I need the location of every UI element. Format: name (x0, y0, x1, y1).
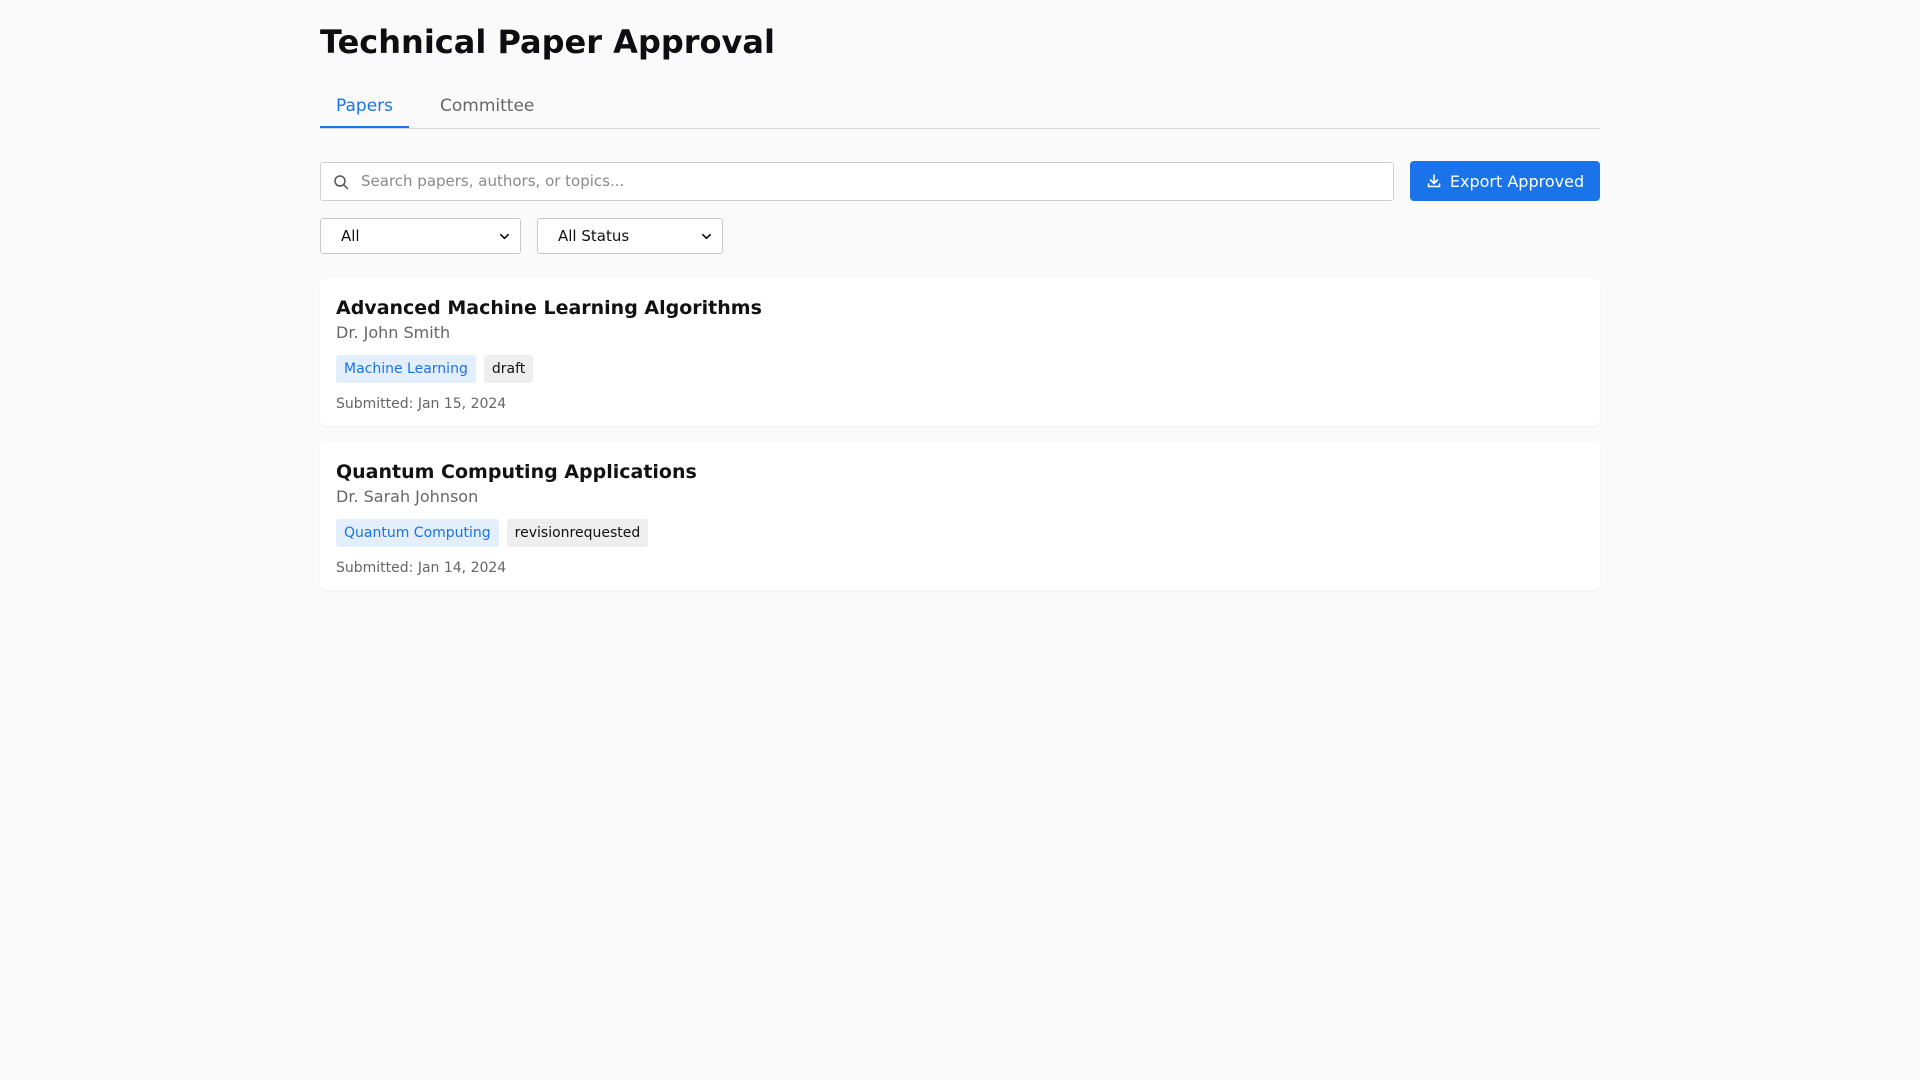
toolbar: Export Approved (320, 161, 1600, 201)
submitted-date: Submitted: Jan 15, 2024 (336, 396, 507, 412)
filter-bar: All All Status (320, 218, 1600, 254)
submitted-date: Submitted: Jan 14, 2024 (336, 560, 507, 576)
status-badge: draft (483, 355, 534, 383)
search-icon (334, 174, 349, 189)
paper-card[interactable]: Advanced Machine Learning Algorithms Dr.… (320, 278, 1600, 426)
paper-badges: Machine Learning draft (336, 355, 1584, 383)
paper-author: Dr. Sarah Johnson (336, 487, 479, 506)
download-icon (1427, 174, 1441, 188)
chevron-down-icon (702, 233, 711, 239)
tab-papers[interactable]: Papers (320, 86, 410, 128)
paper-author: Dr. John Smith (336, 323, 451, 342)
status-filter-value: All Status (558, 227, 630, 245)
paper-list: Advanced Machine Learning Algorithms Dr.… (320, 278, 1600, 590)
topic-filter-select[interactable]: All (320, 218, 521, 254)
status-badge: revisionrequested (506, 519, 649, 547)
export-approved-button[interactable]: Export Approved (1410, 161, 1600, 201)
page-title: Technical Paper Approval (320, 23, 775, 61)
main-container: Technical Paper Approval Papers Committe… (320, 0, 1600, 606)
tab-bar: Papers Committee (320, 86, 1600, 129)
search-box[interactable] (320, 161, 1394, 201)
topic-badge: Machine Learning (336, 355, 476, 383)
topic-filter-value: All (341, 227, 360, 245)
chevron-down-icon (500, 233, 509, 239)
search-input[interactable] (361, 162, 1381, 200)
status-filter-select[interactable]: All Status (537, 218, 723, 254)
paper-title: Advanced Machine Learning Algorithms (336, 297, 762, 319)
paper-title: Quantum Computing Applications (336, 461, 697, 483)
topic-badge: Quantum Computing (336, 519, 499, 547)
paper-badges: Quantum Computing revisionrequested (336, 519, 1584, 547)
tab-committee[interactable]: Committee (424, 86, 550, 128)
paper-card[interactable]: Quantum Computing Applications Dr. Sarah… (320, 442, 1600, 590)
export-button-label: Export Approved (1449, 171, 1585, 191)
